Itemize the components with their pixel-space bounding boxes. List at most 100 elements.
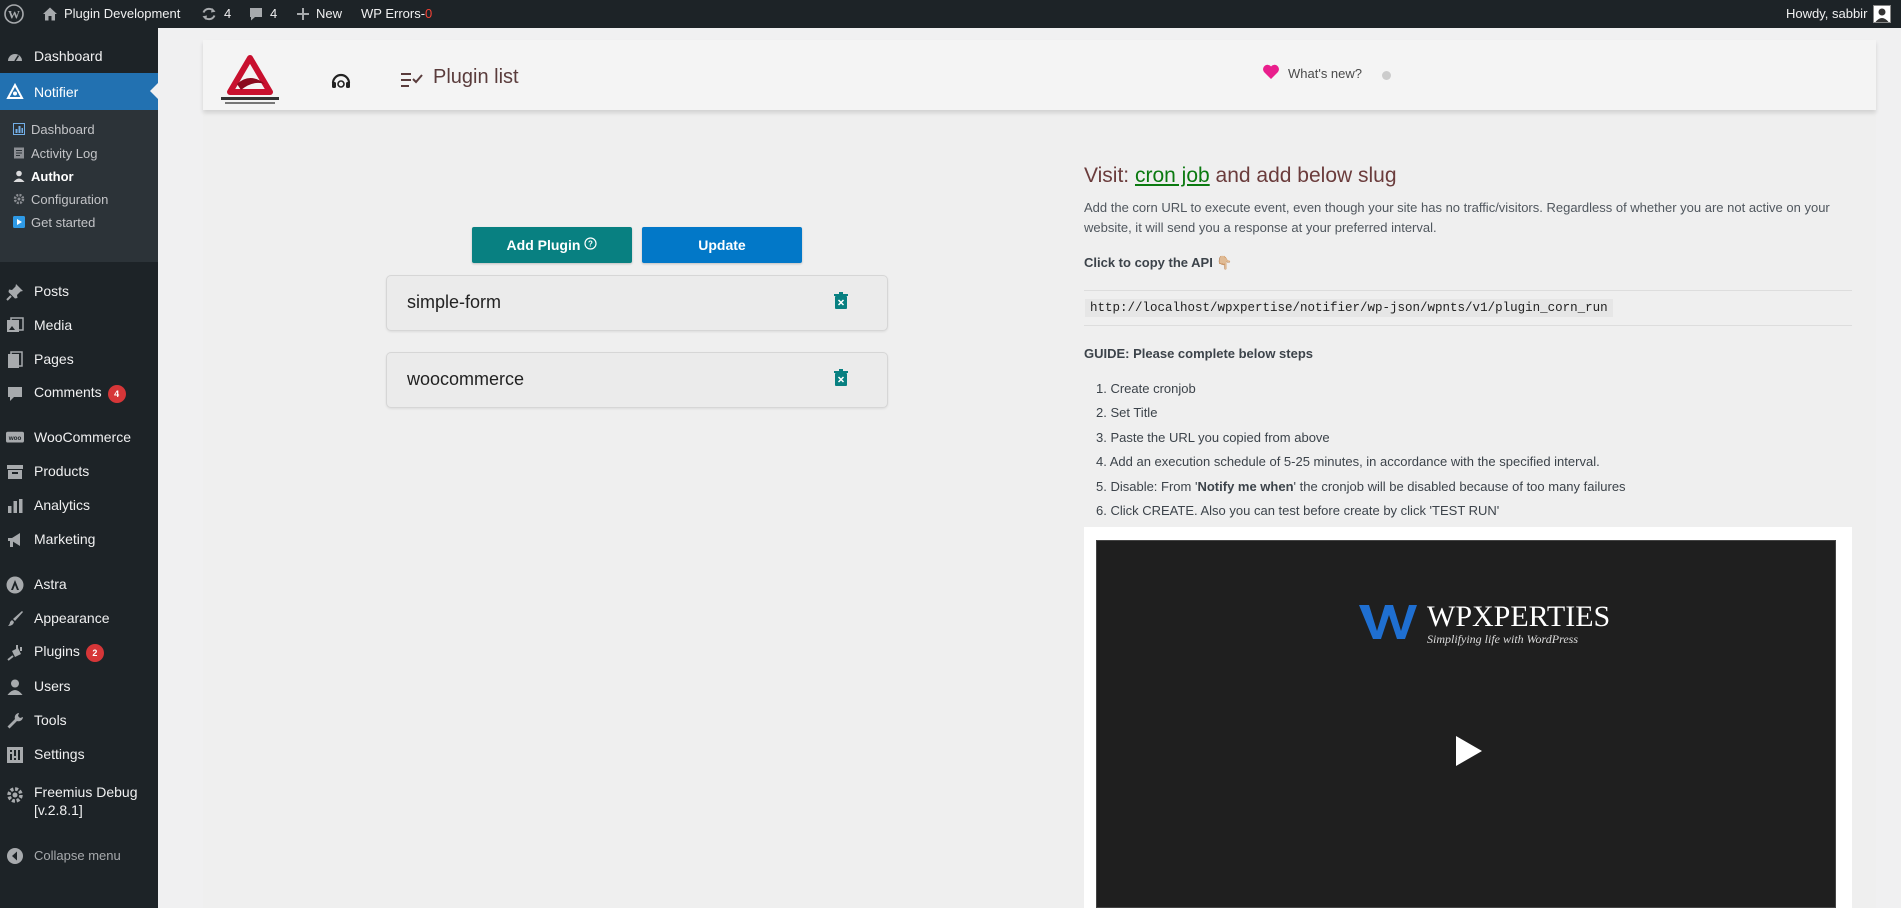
astra-icon (6, 576, 24, 594)
cron-job-link[interactable]: cron job (1135, 164, 1210, 187)
sidebar-item-label: Users (34, 678, 71, 694)
archive-icon (6, 463, 24, 481)
sidebar-item-appearance[interactable]: Appearance (0, 601, 158, 635)
notifier-icon (6, 83, 24, 101)
comments-count: 4 (270, 6, 278, 21)
notifier-logo (215, 54, 285, 108)
updates-link[interactable]: 4 (200, 0, 231, 28)
home-icon (42, 6, 58, 22)
sidebar-item-woocommerce[interactable]: woo WooCommerce (0, 420, 158, 454)
woocommerce-icon: woo (6, 429, 24, 447)
api-box: http://localhost/wpxpertise/notifier/wp-… (1084, 290, 1852, 326)
cron-description: Add the corn URL to execute event, even … (1084, 200, 1830, 235)
play-icon[interactable] (1454, 734, 1484, 768)
plugin-name: simple-form (407, 292, 502, 312)
sidebar-item-freemius-debug[interactable]: Freemius Debug [v.2.8.1] (0, 781, 158, 825)
avatar (1873, 5, 1892, 23)
pages-icon (6, 351, 24, 369)
collapse-icon (6, 847, 24, 865)
guide-heading: GUIDE: Please complete below steps (1084, 346, 1314, 361)
plugin-icon (6, 644, 24, 662)
video-brand: WPXPERTIES Simplifying life with WordPre… (1359, 601, 1610, 646)
paintbrush-icon (6, 610, 24, 628)
sidebar-item-users[interactable]: Users (0, 669, 158, 703)
gear-icon (6, 786, 24, 804)
delete-icon[interactable] (833, 369, 849, 387)
user-icon (6, 678, 24, 696)
sidebar-item-settings[interactable]: Settings (0, 737, 158, 771)
comments-badge: 4 (107, 384, 126, 403)
sidebar-item-notifier[interactable]: Notifier (0, 73, 158, 110)
sidebar-item-label: Settings (34, 746, 85, 762)
update-button[interactable]: Update (642, 227, 802, 263)
add-plugin-button[interactable]: Add Plugin ? (472, 227, 632, 263)
sidebar-item-label: Dashboard (34, 48, 103, 64)
comment-icon (248, 6, 264, 22)
sidebar-item-label: Posts (34, 283, 70, 299)
user-icon (13, 170, 25, 182)
new-content-link[interactable]: New (296, 0, 342, 28)
sidebar-item-comments[interactable]: Comments 4 (0, 376, 158, 410)
sidebar-item-plugins[interactable]: Plugins 2 (0, 635, 158, 669)
chart-icon (13, 123, 25, 135)
my-account-link[interactable]: Howdy, sabbir (1786, 0, 1892, 28)
sidebar-item-astra[interactable]: Astra (0, 567, 158, 601)
updates-count: 4 (224, 6, 232, 21)
guide-step: 1. Create cronjob (1096, 380, 1196, 396)
delete-icon[interactable] (833, 292, 849, 310)
step5-suffix: ' the cronjob will be disabled because o… (1293, 478, 1626, 494)
play-icon (13, 216, 25, 228)
wp-errors-link[interactable]: WP Errors- 0 (361, 0, 432, 28)
notifier-submenu: Dashboard Activity Log Author Configurat… (0, 110, 158, 262)
sidebar-item-tools[interactable]: Tools (0, 703, 158, 737)
sidebar-item-label: Collapse menu (34, 847, 121, 863)
sidebar-item-label: Media (34, 317, 73, 333)
sidebar-item-label: Marketing (34, 531, 96, 547)
sidebar-item-dashboard[interactable]: Dashboard (0, 39, 158, 73)
media-icon (6, 317, 24, 335)
megaphone-icon (6, 531, 24, 549)
plugin-name: woocommerce (407, 369, 525, 389)
plugin-card: woocommerce (386, 352, 888, 408)
step5-bold: Notify me when (1197, 478, 1294, 494)
current-indicator (150, 83, 158, 99)
api-url[interactable]: http://localhost/wpxpertise/notifier/wp-… (1085, 299, 1613, 317)
comments-link[interactable]: 4 (248, 0, 277, 28)
sidebar-item-label: Astra (34, 576, 67, 592)
tutorial-video[interactable]: WPXPERTIES Simplifying life with WordPre… (1096, 540, 1836, 908)
sidebar-item-label: Appearance (34, 610, 110, 626)
freemius-line1: Freemius Debug (34, 784, 138, 800)
admin-sidebar: Dashboard Notifier Dashboard Activity Lo… (0, 28, 158, 908)
wordpress-logo-icon[interactable]: W (4, 0, 24, 28)
svg-text:woo: woo (8, 435, 22, 442)
comments-label: Comments (34, 383, 102, 400)
settings-icon (6, 746, 24, 764)
submenu-item-get-started[interactable]: Get started (0, 209, 158, 235)
sidebar-item-posts[interactable]: Posts (0, 274, 158, 308)
sidebar-item-media[interactable]: Media (0, 308, 158, 342)
sidebar-item-marketing[interactable]: Marketing (0, 522, 158, 556)
whats-new-link[interactable]: What's new? (1262, 64, 1362, 83)
comment-icon (6, 385, 24, 403)
admin-bar: W Plugin Development 4 4 New WP Errors- 0… (0, 0, 1901, 28)
sidebar-item-pages[interactable]: Pages (0, 342, 158, 376)
site-name-link[interactable]: Plugin Development (42, 0, 180, 28)
sidebar-item-label: Analytics (34, 497, 91, 513)
submenu-label: Configuration (31, 191, 109, 207)
svg-text:W: W (8, 8, 20, 22)
video-container: WPXPERTIES Simplifying life with WordPre… (1084, 527, 1852, 908)
submenu-item-dashboard[interactable]: Dashboard (0, 116, 158, 142)
plugins-label: Plugins (34, 642, 80, 659)
heart-icon (1262, 64, 1280, 83)
sidebar-item-label: Pages (34, 351, 74, 367)
collapse-menu-button[interactable]: Collapse menu (0, 838, 158, 872)
wp-errors-count: 0 (425, 6, 433, 21)
support-icon[interactable] (330, 70, 352, 97)
pin-icon (6, 283, 24, 301)
sidebar-item-analytics[interactable]: Analytics (0, 488, 158, 522)
sidebar-item-products[interactable]: Products (0, 454, 158, 488)
sidebar-item-label: Tools (34, 712, 67, 728)
video-brand-tagline: Simplifying life with WordPress (1427, 631, 1579, 646)
plugin-card: simple-form (386, 275, 888, 331)
guide-step: 4. Add an execution schedule of 5-25 min… (1096, 454, 1600, 470)
